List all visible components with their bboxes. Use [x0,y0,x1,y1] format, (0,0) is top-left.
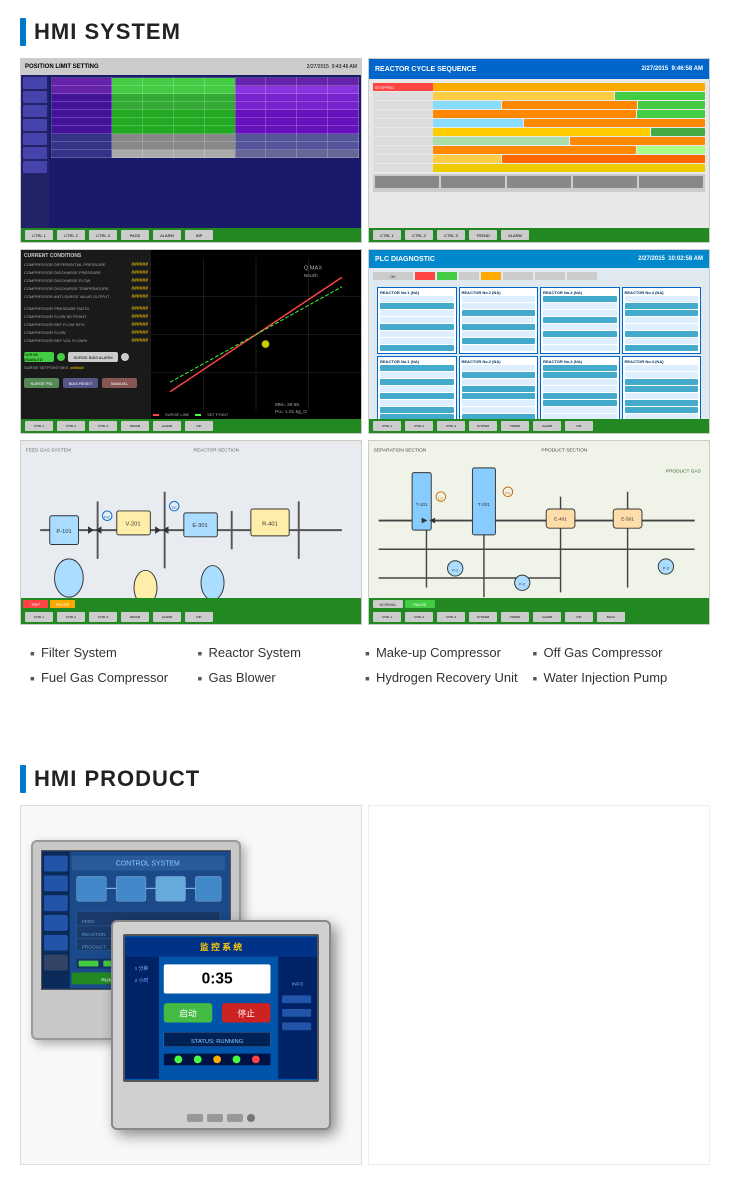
svg-text:SEPARATION SECTION: SEPARATION SECTION [374,448,427,454]
svg-text:启动: 启动 [179,1007,197,1018]
hmi-product-section: HMI PRODUCT [0,747,730,805]
bullet-7: ▪ [533,645,538,662]
svg-text:Po= 1.01 kg_O: Po= 1.01 kg_O [275,409,307,415]
svg-text:0:35: 0:35 [202,970,233,987]
svg-text:E-401: E-401 [554,517,567,523]
svg-text:PRODUCT GAS: PRODUCT GAS [666,469,701,475]
hmi-product-image-2 [368,805,710,1165]
feature-label-makeup: Make-up Compressor [376,645,501,660]
svg-text:FEED GAS SYSTEM: FEED GAS SYSTEM [26,448,71,454]
hmi-screen-1[interactable]: POSITION LIMIT SETTING 2/27/2015 9:43:46… [20,58,362,243]
svg-text:PRODUCT: PRODUCT [82,944,106,950]
svg-text:E-501: E-501 [621,517,634,523]
svg-text:MM= 29.55: MM= 29.55 [275,402,299,408]
feature-col-2: ▪ Reactor System ▪ Gas Blower [198,645,366,687]
product-section-icon [20,765,26,793]
svg-text:LC: LC [438,496,443,500]
feature-col-1: ▪ Filter System ▪ Fuel Gas Compressor [30,645,198,687]
section-icon [20,18,26,46]
feature-item-offgas: ▪ Off Gas Compressor [533,645,701,662]
svg-text:T-101: T-101 [416,502,429,508]
hmi-screen-4[interactable]: PLC DIAGNOSTIC 2/27/2015 10:02:58 AM OK [368,249,710,434]
svg-text:P-3: P-3 [663,566,669,570]
hmi-product-image-1[interactable]: CONTROL SYSTEM FEED [20,805,362,1165]
svg-text:REACTOR SECTION: REACTOR SECTION [193,448,239,454]
svg-text:R-401: R-401 [262,521,278,527]
feature-item-hydrogen: ▪ Hydrogen Recovery Unit [365,670,533,687]
svg-text:T-201: T-201 [478,502,491,508]
feature-col-4: ▪ Off Gas Compressor ▪ Water Injection P… [533,645,701,687]
svg-text:1 分钟: 1 分钟 [135,965,149,972]
feature-label-gas-blower: Gas Blower [208,670,275,685]
svg-text:CONTROL SYSTEM: CONTROL SYSTEM [116,860,180,867]
svg-text:Q MAX: Q MAX [304,266,323,272]
hmi-screenshot-grid: POSITION LIMIT SETTING 2/27/2015 9:43:46… [0,58,730,625]
bullet-4: ▪ [198,670,203,687]
hmi-product-grid: CONTROL SYSTEM FEED [0,805,730,1195]
feature-list: ▪ Filter System ▪ Fuel Gas Compressor ▪ … [0,625,730,717]
feature-label-water: Water Injection Pump [543,670,667,685]
feature-item-water: ▪ Water Injection Pump [533,670,701,687]
hmi-screen-6[interactable]: SEPARATION SECTION PRODUCT SECTION T-101 [368,440,710,625]
hmi-product-title: HMI PRODUCT [34,766,200,792]
bullet-2: ▪ [30,670,35,687]
svg-text:FEED: FEED [82,919,96,925]
svg-text:停止: 停止 [237,1007,255,1018]
hmi-system-title: HMI SYSTEM [34,19,181,45]
feature-col-3: ▪ Make-up Compressor ▪ Hydrogen Recovery… [365,645,533,687]
feature-item-makeup: ▪ Make-up Compressor [365,645,533,662]
svg-text:P-101: P-101 [56,529,71,535]
svg-text:INFO: INFO [292,981,304,987]
feature-label-offgas: Off Gas Compressor [543,645,662,660]
bullet-5: ▪ [365,645,370,662]
feature-label-fuel-gas: Fuel Gas Compressor [41,670,168,685]
svg-text:P-2: P-2 [519,583,525,587]
svg-text:V-201: V-201 [126,521,141,527]
feature-item-filter: ▪ Filter System [30,645,198,662]
bullet-6: ▪ [365,670,370,687]
feature-label-reactor: Reactor System [208,645,300,660]
bullet-3: ▪ [198,645,203,662]
svg-text:REACTOR: REACTOR [82,931,106,937]
svg-text:PRODUCT SECTION: PRODUCT SECTION [541,448,588,454]
svg-text:P-1: P-1 [452,568,458,572]
feature-label-hydrogen: Hydrogen Recovery Unit [376,670,518,685]
svg-text:TIC: TIC [171,506,177,510]
svg-text:Nm3/h: Nm3/h [304,273,318,279]
feature-item-gas-blower: ▪ Gas Blower [198,670,366,687]
bullet-1: ▪ [30,645,35,662]
hmi-screen-5[interactable]: P-101 V-201 E-301 R-401 [20,440,362,625]
hmi-screen-2[interactable]: REACTOR CYCLE SEQUENCE 2/27/2015 9:46:58… [368,58,710,243]
feature-item-reactor: ▪ Reactor System [198,645,366,662]
hmi-system-section: HMI SYSTEM [0,0,730,58]
bullet-8: ▪ [533,670,538,687]
svg-text:2 小时: 2 小时 [135,976,149,983]
feature-item-fuel-gas: ▪ Fuel Gas Compressor [30,670,198,687]
svg-text:STATUS: RUNNING: STATUS: RUNNING [191,1039,244,1045]
svg-text:FIC: FIC [104,516,110,520]
hmi-screen-3[interactable]: CURRENT CONDITIONS COMPRESSOR DIFFERENTI… [20,249,362,434]
feature-label-filter: Filter System [41,645,117,660]
svg-text:E-301: E-301 [192,523,207,529]
svg-text:PC: PC [505,492,511,496]
svg-text:监 控 系 统: 监 控 系 统 [200,940,242,951]
